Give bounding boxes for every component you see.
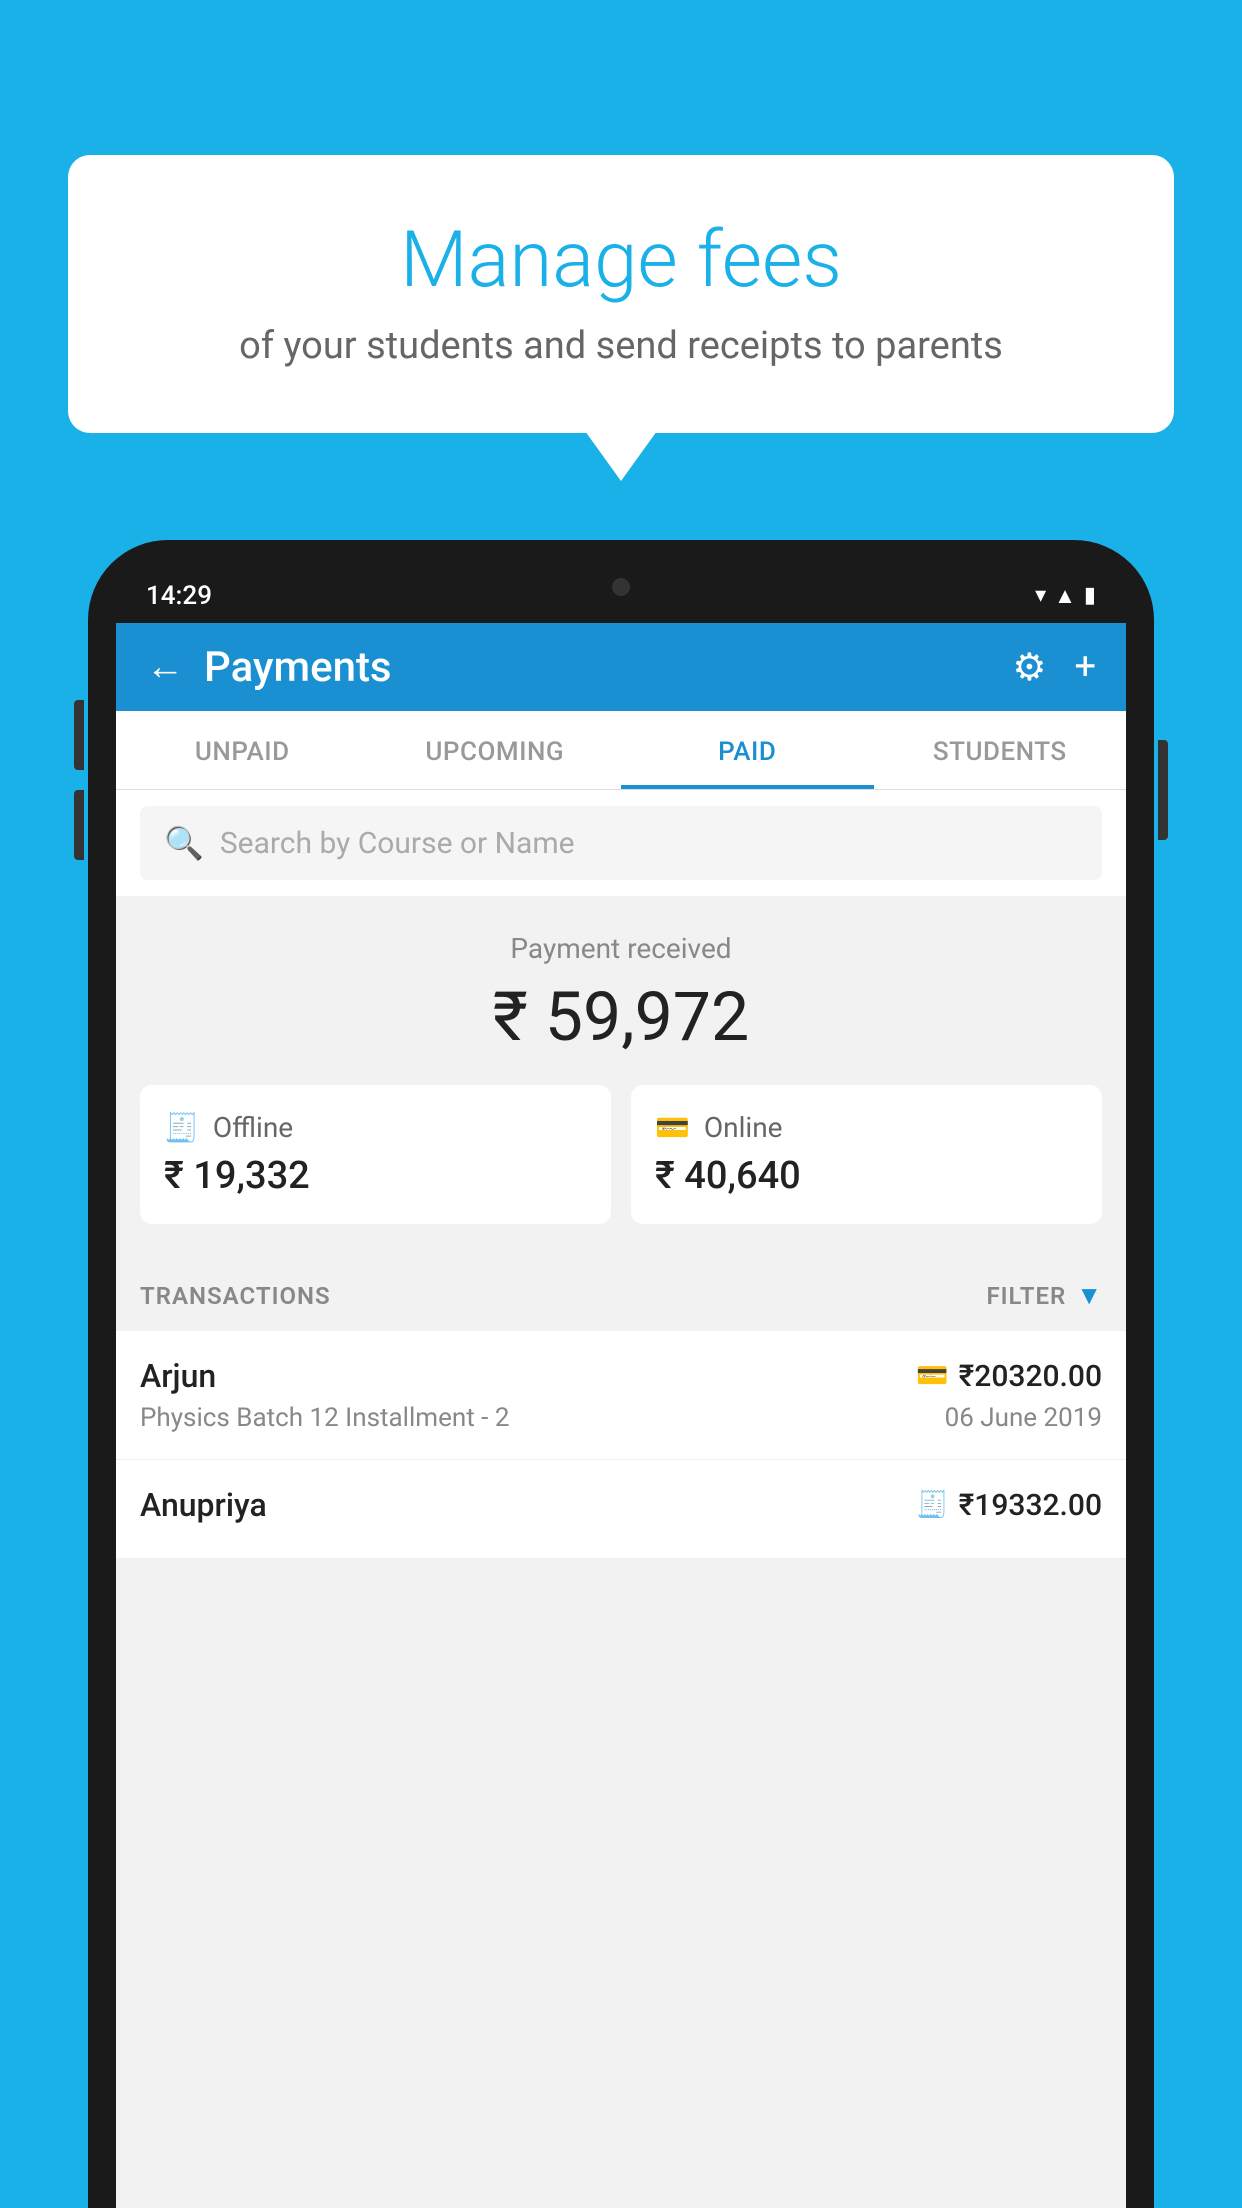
transactions-header: TRANSACTIONS FILTER ▼ [116, 1252, 1126, 1331]
offline-amount: ₹ 19,332 [164, 1154, 310, 1198]
transaction-date: 06 June 2019 [945, 1403, 1102, 1433]
tabs-bar: UNPAID UPCOMING PAID STUDENTS [116, 711, 1126, 790]
phone-screen: ← Payments ⚙ + UNPAID UPCOMING PAID STUD… [116, 623, 1126, 2208]
payment-summary: Payment received ₹ 59,972 🧾 Offline ₹ 19… [116, 896, 1126, 1252]
transaction-amount: ₹20320.00 [959, 1359, 1102, 1394]
online-amount: ₹ 40,640 [655, 1154, 801, 1198]
tab-paid[interactable]: PAID [621, 711, 874, 789]
wifi-icon: ▾ [1035, 583, 1046, 608]
transaction-item[interactable]: Anupriya 🧾 ₹19332.00 [116, 1460, 1126, 1559]
bubble-title: Manage fees [108, 215, 1134, 306]
tab-upcoming[interactable]: UPCOMING [369, 711, 622, 789]
transaction-item[interactable]: Arjun 💳 ₹20320.00 Physics Batch 12 Insta… [116, 1331, 1126, 1460]
bubble-subtitle: of your students and send receipts to pa… [108, 324, 1134, 368]
payment-amount: ₹ 59,972 [116, 977, 1126, 1057]
transactions-label: TRANSACTIONS [140, 1282, 331, 1310]
offline-label-row: 🧾 Offline [164, 1111, 293, 1144]
speech-bubble: Manage fees of your students and send re… [68, 155, 1174, 433]
status-time: 14:29 [146, 581, 212, 611]
transaction-row-top: Anupriya 🧾 ₹19332.00 [140, 1486, 1102, 1524]
speech-bubble-section: Manage fees of your students and send re… [68, 155, 1174, 433]
online-icon: 💳 [655, 1111, 690, 1144]
settings-icon[interactable]: ⚙ [1012, 645, 1046, 690]
battery-icon: ▮ [1084, 583, 1096, 608]
phone-notch [561, 568, 681, 606]
online-label-row: 💳 Online [655, 1111, 783, 1144]
offline-icon: 🧾 [164, 1111, 199, 1144]
transaction-amount: ₹19332.00 [959, 1488, 1102, 1523]
header-title: Payments [204, 643, 392, 692]
status-bar: 14:29 ▾ ▲ ▮ [116, 568, 1126, 623]
transaction-description: Physics Batch 12 Installment - 2 [140, 1403, 509, 1433]
transaction-name: Arjun [140, 1357, 216, 1395]
online-card: 💳 Online ₹ 40,640 [631, 1085, 1102, 1224]
back-button[interactable]: ← [146, 645, 184, 689]
signal-icon: ▲ [1054, 583, 1076, 609]
online-label: Online [704, 1111, 783, 1144]
search-icon: 🔍 [164, 824, 204, 862]
phone-body: 14:29 ▾ ▲ ▮ ← Payments ⚙ + [88, 540, 1154, 2208]
search-input[interactable]: Search by Course or Name [220, 826, 575, 861]
tab-unpaid[interactable]: UNPAID [116, 711, 369, 789]
volume-down-button [74, 790, 84, 860]
offline-label: Offline [213, 1111, 293, 1144]
add-icon[interactable]: + [1074, 645, 1096, 689]
transaction-row-top: Arjun 💳 ₹20320.00 [140, 1357, 1102, 1395]
transaction-row-bottom: Physics Batch 12 Installment - 2 06 June… [140, 1403, 1102, 1433]
volume-up-button [74, 700, 84, 770]
status-icons: ▾ ▲ ▮ [1035, 583, 1096, 609]
header-right: ⚙ + [1012, 645, 1096, 690]
camera [612, 578, 630, 596]
tab-students[interactable]: STUDENTS [874, 711, 1127, 789]
filter-icon: ▼ [1076, 1280, 1102, 1311]
header-left: ← Payments [146, 643, 392, 692]
search-container: 🔍 Search by Course or Name [116, 790, 1126, 896]
transaction-amount-row: 🧾 ₹19332.00 [916, 1488, 1102, 1523]
transaction-name: Anupriya [140, 1486, 267, 1524]
filter-row[interactable]: FILTER ▼ [986, 1280, 1102, 1311]
transaction-amount-row: 💳 ₹20320.00 [916, 1359, 1102, 1394]
filter-label: FILTER [986, 1282, 1066, 1310]
payment-cards: 🧾 Offline ₹ 19,332 💳 Online ₹ 40,640 [116, 1085, 1126, 1224]
offline-card: 🧾 Offline ₹ 19,332 [140, 1085, 611, 1224]
transaction-card-icon: 💳 [916, 1361, 948, 1391]
app-header: ← Payments ⚙ + [116, 623, 1126, 711]
phone-device: 14:29 ▾ ▲ ▮ ← Payments ⚙ + [88, 540, 1154, 2208]
power-button [1158, 740, 1168, 840]
payment-received-label: Payment received [116, 932, 1126, 965]
search-bar[interactable]: 🔍 Search by Course or Name [140, 806, 1102, 880]
transaction-cash-icon: 🧾 [916, 1490, 948, 1520]
